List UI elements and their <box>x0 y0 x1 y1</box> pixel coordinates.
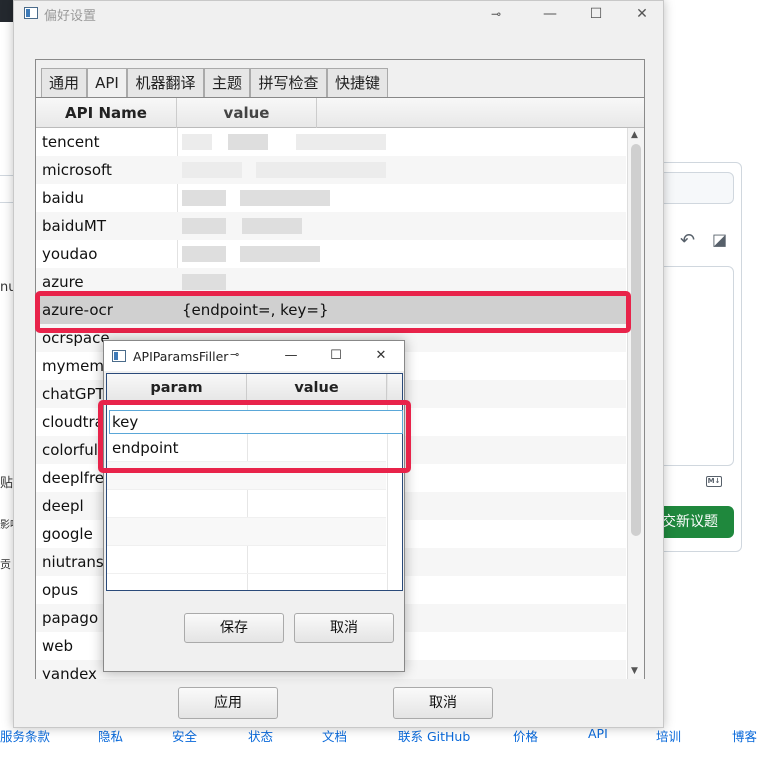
pin-icon[interactable]: ⊸ <box>484 3 508 25</box>
footer-link[interactable]: 价格 <box>513 726 538 745</box>
api-table-header: API Name value <box>36 98 644 128</box>
column-header-api-name[interactable]: API Name <box>36 98 177 128</box>
redacted-value <box>240 190 330 206</box>
minimize-button[interactable]: — <box>278 345 304 367</box>
window-titlebar[interactable]: 偏好设置 ⊸ — ☐ ✕ <box>14 1 663 27</box>
background-comment-textarea[interactable] <box>654 266 734 466</box>
api-name-cell: tencent <box>42 133 100 151</box>
cancel-button[interactable]: 取消 <box>294 613 394 643</box>
highlight-box-selected-row <box>35 291 631 333</box>
highlight-box-params <box>98 400 411 473</box>
background-title-input[interactable] <box>654 172 734 204</box>
api-name-cell: chatGPT <box>42 385 105 403</box>
footer-link[interactable]: 安全 <box>172 726 197 745</box>
footer-link[interactable]: 文档 <box>322 726 347 745</box>
save-button[interactable]: 保存 <box>184 613 284 643</box>
footer-link[interactable]: 服务条款 <box>0 726 50 745</box>
undo-icon[interactable]: ↶ <box>680 230 695 251</box>
api-name-cell: microsoft <box>42 161 112 179</box>
tab-machine-translation[interactable]: 机器翻译 <box>127 68 204 98</box>
redacted-value <box>228 134 268 150</box>
empty-row <box>107 490 386 518</box>
tab-theme[interactable]: 主题 <box>204 68 250 98</box>
api-name-cell: baiduMT <box>42 217 107 235</box>
redacted-value <box>182 134 212 150</box>
tab-shortcuts[interactable]: 快捷键 <box>327 68 388 98</box>
background-left-input-edge <box>0 175 14 203</box>
app-icon <box>24 7 38 19</box>
footer-link[interactable]: 博客 <box>732 726 757 745</box>
tab-general[interactable]: 通用 <box>41 68 87 98</box>
api-params-filler-dialog: APIParamsFiller ⊸ — ☐ ✕ param value key … <box>103 340 405 672</box>
api-table-scrollbar[interactable]: ▲ ▼ <box>627 128 644 679</box>
column-header-param[interactable]: param <box>107 374 247 402</box>
redacted-value <box>296 134 386 150</box>
dialog-title: APIParamsFiller <box>133 349 229 364</box>
column-header-value[interactable]: value <box>177 98 317 128</box>
scroll-up-icon[interactable]: ▲ <box>631 130 638 140</box>
app-icon <box>112 350 126 362</box>
close-button[interactable]: ✕ <box>630 3 654 25</box>
redacted-value <box>242 218 302 234</box>
redacted-value <box>182 218 226 234</box>
redacted-value <box>182 162 242 178</box>
apply-button[interactable]: 应用 <box>178 687 278 719</box>
maximize-button[interactable]: ☐ <box>584 3 608 25</box>
footer-link[interactable]: 联系 GitHub <box>398 726 470 745</box>
scroll-down-icon[interactable]: ▼ <box>631 666 638 676</box>
table-row[interactable]: youdao <box>36 240 626 268</box>
scrollbar-thumb[interactable] <box>631 144 641 536</box>
minimize-button[interactable]: — <box>538 3 562 25</box>
params-table-header: param value <box>107 374 402 402</box>
api-name-cell: opus <box>42 581 79 599</box>
footer-link[interactable]: 培训 <box>656 726 681 745</box>
empty-row <box>107 518 386 546</box>
redacted-value <box>256 162 386 178</box>
tab-api[interactable]: API <box>87 68 127 98</box>
tab-spell-check[interactable]: 拼写检查 <box>250 68 327 98</box>
close-button[interactable]: ✕ <box>368 345 394 367</box>
submit-issue-button[interactable]: 交新议题 <box>654 506 734 538</box>
column-header-value[interactable]: value <box>247 374 387 402</box>
empty-row <box>107 546 386 574</box>
maximize-button[interactable]: ☐ <box>323 345 349 367</box>
redacted-value <box>240 246 320 262</box>
api-name-cell: google <box>42 525 93 543</box>
table-row[interactable]: tencent <box>36 128 626 156</box>
api-name-cell: web <box>42 637 74 655</box>
api-name-cell: baidu <box>42 189 84 207</box>
table-row[interactable]: microsoft <box>36 156 626 184</box>
background-left-fragment: 贴 <box>0 476 14 491</box>
footer-link[interactable]: 状态 <box>248 726 273 745</box>
table-row[interactable]: baiduMT <box>36 212 626 240</box>
api-name-cell: deepl <box>42 497 84 515</box>
cancel-button[interactable]: 取消 <box>393 687 493 719</box>
api-name-cell: papago <box>42 609 99 627</box>
api-name-cell: yandex <box>42 665 97 679</box>
edit-icon[interactable]: ◪ <box>712 230 727 249</box>
redacted-value <box>182 274 226 290</box>
background-footer-links: 服务条款 隐私 安全 状态 文档 联系 GitHub 价格 API 培训 博客 <box>0 726 766 750</box>
footer-link[interactable]: API <box>588 726 608 741</box>
background-left-fragment: 贡 <box>0 558 11 571</box>
footer-link[interactable]: 隐私 <box>98 726 123 745</box>
api-name-cell: youdao <box>42 245 98 263</box>
redacted-value <box>182 190 226 206</box>
table-row[interactable]: baidu <box>36 184 626 212</box>
dialog-titlebar[interactable]: APIParamsFiller ⊸ — ☐ ✕ <box>104 341 404 371</box>
window-title: 偏好设置 <box>44 9 97 24</box>
api-name-cell: niutrans <box>42 553 104 571</box>
redacted-value <box>182 246 226 262</box>
pin-icon[interactable]: ⊸ <box>230 348 239 361</box>
markdown-icon: M↓ <box>706 476 722 487</box>
